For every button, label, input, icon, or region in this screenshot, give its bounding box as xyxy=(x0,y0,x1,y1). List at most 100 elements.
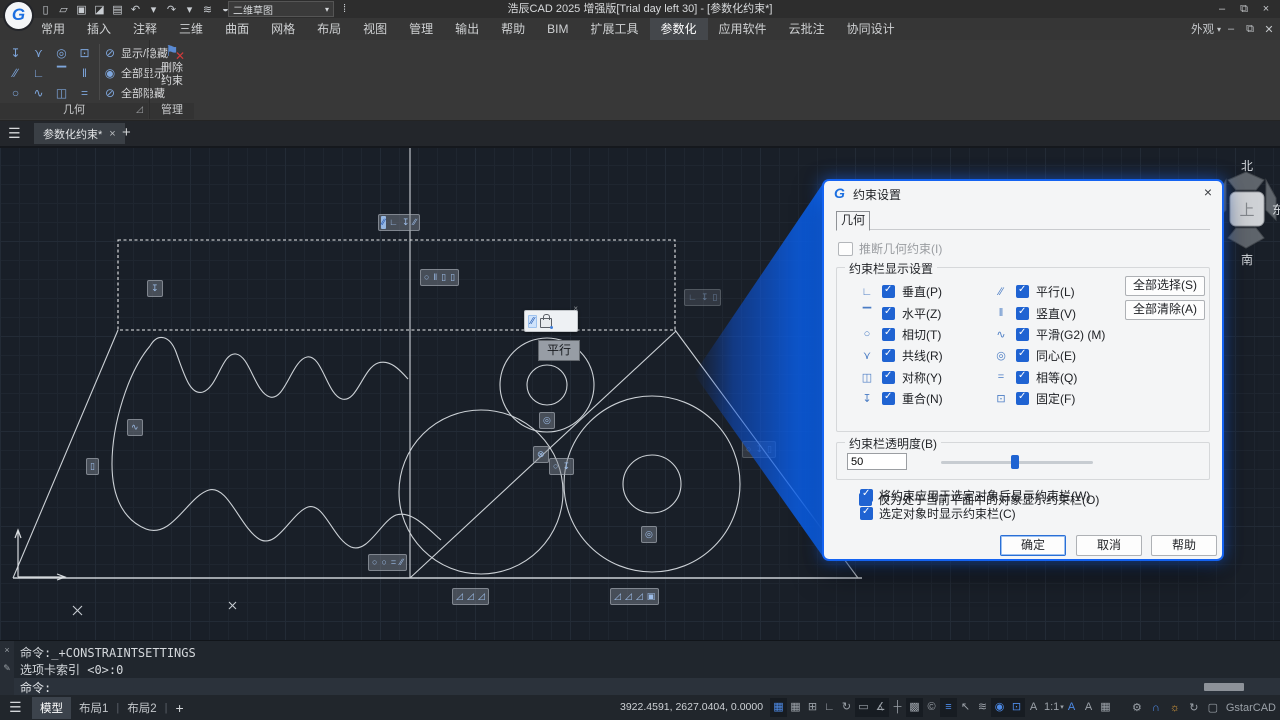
equal-icon[interactable]: = xyxy=(73,83,96,103)
ribbon-tab[interactable]: 插入 xyxy=(76,18,122,40)
constraint-badge[interactable]: ▯ xyxy=(86,458,99,475)
ribbon-tab[interactable]: 管理 xyxy=(398,18,444,40)
coincident-icon[interactable]: ↧ xyxy=(4,43,27,63)
cancel-button[interactable]: 取消 xyxy=(1076,535,1142,556)
constraint-checkbox[interactable] xyxy=(882,371,895,384)
constraint-checkbox[interactable] xyxy=(882,349,895,362)
workspace-grid-icon[interactable]: ▦ xyxy=(1097,698,1114,717)
constraint-badge[interactable]: ○‖▯▯ xyxy=(420,269,459,286)
constraint-badge[interactable]: ∕∕∟↧∕∕ xyxy=(378,214,420,231)
new-file-icon[interactable]: ▯ xyxy=(38,3,53,16)
ribbon-tab[interactable]: BIM xyxy=(536,18,579,40)
layout2-tab[interactable]: 布局2 xyxy=(119,697,164,719)
grid-display-icon[interactable]: ▦ xyxy=(770,698,787,717)
zoom-icon[interactable]: ◉ xyxy=(991,698,1008,717)
help-button[interactable]: 帮助 xyxy=(1151,535,1217,556)
constraint-badge[interactable]: ∟↧▯ xyxy=(684,289,721,306)
close-button[interactable]: × xyxy=(1256,3,1276,15)
constraint-checkbox[interactable] xyxy=(882,392,895,405)
parallel-icon[interactable]: ∕∕ xyxy=(4,63,27,83)
auto-annotation-icon[interactable]: A xyxy=(1080,698,1097,717)
constraint-checkbox[interactable] xyxy=(1016,307,1029,320)
annotation-scale-icon[interactable]: A xyxy=(1025,698,1042,717)
appearance-menu[interactable]: 外观 xyxy=(1191,21,1216,37)
command-edit-icon[interactable]: ✎ xyxy=(3,663,11,674)
apply-after-checkbox[interactable] xyxy=(860,489,873,502)
tangent-icon[interactable]: ○ xyxy=(4,83,27,103)
redo-icon[interactable]: ↷ xyxy=(164,3,179,16)
ribbon-tab[interactable]: 三维 xyxy=(168,18,214,40)
open-folder-icon[interactable]: ▱ xyxy=(56,3,71,16)
doc-close-button[interactable]: ✕ xyxy=(1260,23,1278,36)
smooth-icon[interactable]: ∿ xyxy=(27,83,50,103)
new-tab-button[interactable]: + xyxy=(122,124,131,141)
constraint-badge[interactable]: ◿◿◿ xyxy=(452,588,489,605)
fix-icon[interactable]: ⊡ xyxy=(73,43,96,63)
constraint-checkbox[interactable] xyxy=(1016,328,1029,341)
ribbon-tab[interactable]: 扩展工具 xyxy=(580,18,650,40)
constraint-badge[interactable]: ◎ xyxy=(539,412,555,429)
object-snap-icon[interactable]: ┼ xyxy=(889,698,906,717)
show-on-select-checkbox[interactable] xyxy=(860,507,873,520)
constraint-badge[interactable]: ○↧ xyxy=(549,458,574,475)
active-constraint-bar[interactable]: ∕∕ × xyxy=(524,310,578,332)
constraint-badge[interactable]: ○↧▯ xyxy=(742,441,776,458)
ribbon-tab[interactable]: 帮助 xyxy=(490,18,536,40)
close-icon[interactable]: × xyxy=(573,304,578,313)
ortho-mode-icon[interactable]: ∟ xyxy=(821,698,838,717)
isolate-objects-icon[interactable]: ≋ xyxy=(974,698,991,717)
delete-constraints-button[interactable]: ✕⚑ 删除 约束 xyxy=(152,42,192,102)
command-input-row[interactable]: 命令: xyxy=(14,678,1280,696)
transparency-input[interactable] xyxy=(847,453,907,470)
dialog-title-bar[interactable]: G 约束设置 × xyxy=(824,181,1222,205)
doc-restore-button[interactable]: ⧉ xyxy=(1241,23,1259,36)
hatch-display-icon[interactable]: ▩ xyxy=(906,698,923,717)
print-icon[interactable]: ▤ xyxy=(110,3,125,16)
snap-mode-icon[interactable]: ▦ xyxy=(787,698,804,717)
tab-geometry[interactable]: 几何 xyxy=(836,211,870,231)
linetype-display-icon[interactable]: ≡ xyxy=(940,698,957,717)
settings-gear-icon[interactable]: ⚙ xyxy=(1129,701,1145,714)
center-snap-icon[interactable]: © xyxy=(923,698,940,717)
slider-thumb[interactable] xyxy=(1011,455,1019,469)
collinear-icon[interactable]: ⋎ xyxy=(27,43,50,63)
constraint-badge[interactable]: ◿◿◿▣ xyxy=(610,588,659,605)
annotation-scale-value[interactable]: 1:1 ▾ xyxy=(1042,698,1063,717)
model-tab[interactable]: 模型 xyxy=(32,697,71,719)
save-as-icon[interactable]: ◪ xyxy=(92,3,107,16)
add-layout-button[interactable]: + xyxy=(168,700,192,716)
ribbon-tab[interactable]: 视图 xyxy=(352,18,398,40)
constraint-badge[interactable]: ○○=∕∕ xyxy=(368,554,407,571)
document-tab[interactable]: 参数化约束* × xyxy=(34,123,125,144)
parallel-constraint-icon[interactable]: ∕∕ xyxy=(528,315,537,328)
lock-icon[interactable] xyxy=(540,318,552,328)
command-close-icon[interactable]: × xyxy=(4,645,9,655)
concentric-icon[interactable]: ◎ xyxy=(50,43,73,63)
clean-screen-icon[interactable]: ⊡ xyxy=(1008,698,1025,717)
new-doc-icon[interactable]: ▢ xyxy=(1205,701,1221,714)
constraint-checkbox[interactable] xyxy=(1016,285,1029,298)
polar-tracking-icon[interactable]: ↻ xyxy=(838,698,855,717)
ribbon-tab[interactable]: 云批注 xyxy=(778,18,836,40)
ribbon-tab[interactable]: 输出 xyxy=(444,18,490,40)
panel-launcher-icon[interactable]: ◿ xyxy=(136,104,143,115)
ribbon-tab[interactable]: 网格 xyxy=(260,18,306,40)
layout1-tab[interactable]: 布局1 xyxy=(71,697,116,719)
infer-constraints-checkbox[interactable] xyxy=(838,242,853,256)
sync-icon[interactable]: ↻ xyxy=(1186,701,1202,714)
snap-window-icon[interactable]: ⊞ xyxy=(804,698,821,717)
minimize-button[interactable]: – xyxy=(1212,3,1232,15)
redo-caret-icon[interactable]: ▾ xyxy=(182,3,197,16)
ribbon-tab[interactable]: 参数化 xyxy=(650,18,708,40)
vertical-icon[interactable]: ‖ xyxy=(73,63,96,83)
save-icon[interactable]: ▣ xyxy=(74,3,89,16)
ribbon-tab[interactable]: 协同设计 xyxy=(836,18,906,40)
angle-snap-icon[interactable]: ∡ xyxy=(872,698,889,717)
dialog-close-icon[interactable]: × xyxy=(1204,184,1212,200)
constraint-checkbox[interactable] xyxy=(882,328,895,341)
ribbon-tab[interactable]: 布局 xyxy=(306,18,352,40)
lock-icon[interactable]: ∩ xyxy=(1148,702,1164,714)
select-all-button[interactable]: 全部选择(S) xyxy=(1125,276,1205,296)
constraint-badge[interactable]: ◎ xyxy=(641,526,657,543)
undo-caret-icon[interactable]: ▾ xyxy=(146,3,161,16)
